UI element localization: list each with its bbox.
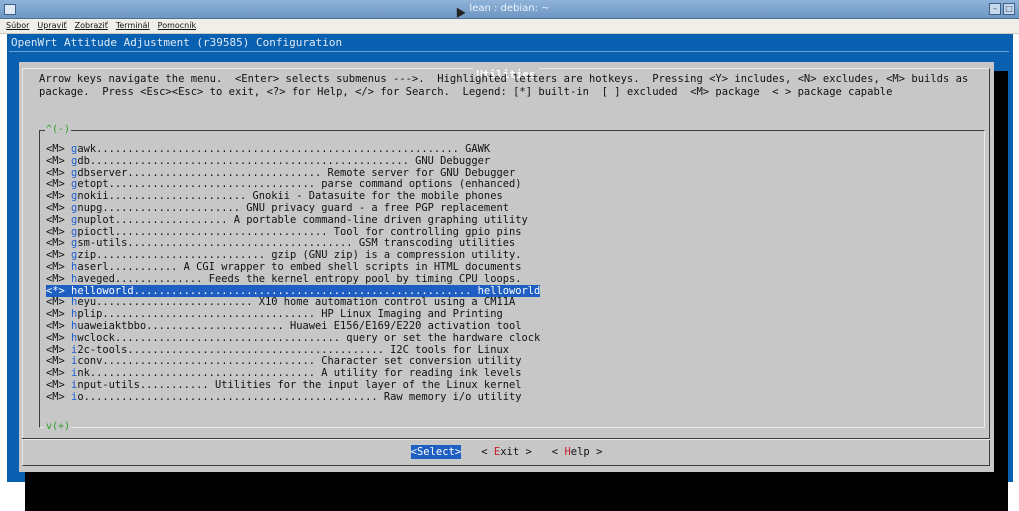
menu-subor[interactable]: Súbor [6, 19, 29, 33]
item-label: pioctl..................................… [77, 225, 522, 238]
item-label: nput-utils........... Utilities for the … [77, 378, 522, 391]
item-state: <M> [46, 166, 65, 179]
item-label: etopt................................. p… [77, 178, 522, 191]
item-label: nupg...................... GNU privacy g… [77, 201, 509, 214]
exit-button[interactable]: < Exit > [481, 445, 532, 459]
item-label: conv.................................. C… [77, 355, 522, 368]
item-state: <M> [46, 331, 65, 344]
item-label: nokii...................... Gnokii - Dat… [77, 190, 503, 203]
button-bracket: < [481, 446, 494, 458]
help-text: Arrow keys navigate the menu. <Enter> se… [39, 73, 984, 99]
item-label: plip.................................. H… [77, 308, 503, 321]
item-label: awk.....................................… [77, 143, 491, 155]
item-label: dbserver............................... … [77, 166, 516, 179]
item-state: <M> [46, 154, 65, 167]
item-state: <M> [46, 249, 65, 262]
utilities-dialog: Utilities Arrow keys navigate the menu. … [19, 62, 994, 472]
item-state: <*> [46, 284, 65, 297]
item-label: nuplot.................. A portable comm… [77, 213, 528, 226]
item-state: <M> [46, 272, 65, 285]
config-title: OpenWrt Attitude Adjustment (r39585) Con… [11, 36, 343, 49]
item-state: <M> [46, 390, 65, 403]
menu-terminal[interactable]: Terminál [116, 19, 150, 33]
item-state: <M> [46, 225, 65, 238]
scroll-up-indicator: ^(-) [45, 124, 72, 136]
item-state: <M> [46, 308, 65, 321]
window-title: lean : debian: ~ [469, 3, 550, 14]
item-state: <M> [46, 343, 65, 356]
item-state: <M> [46, 143, 65, 155]
item-state: <M> [46, 190, 65, 203]
title-divider [9, 51, 1009, 52]
item-state: <M> [46, 213, 65, 226]
button-bracket: < [551, 446, 565, 458]
item-state: <M> [46, 260, 65, 273]
item-state: <M> [46, 296, 65, 309]
menu-item[interactable]: <M> io..................................… [46, 390, 746, 404]
menu-pomocnik[interactable]: Pomocník [158, 19, 196, 33]
item-label: aveged.............. Feeds the kernel en… [77, 272, 522, 285]
item-label: o.......................................… [77, 390, 522, 403]
button-bar: <Select> < Exit > < Help > [19, 445, 994, 459]
button-label: elp > [570, 446, 603, 458]
help-line: package. Press <Esc><Esc> to exit, <?> f… [39, 86, 893, 98]
item-label: zip........................... gzip (GNU… [77, 249, 522, 262]
button-label: xit > [500, 446, 532, 458]
help-button[interactable]: < Help > [552, 445, 603, 459]
item-label: 2c-tools................................… [77, 343, 509, 356]
item-state: <M> [46, 378, 65, 391]
maximize-icon[interactable]: □ [1003, 3, 1015, 15]
item-label: eyu......................... X10 home au… [77, 296, 516, 309]
menu-upravit[interactable]: Upraviť [37, 19, 66, 33]
item-label: db......................................… [77, 154, 491, 167]
help-line: Arrow keys navigate the menu. <Enter> se… [39, 73, 969, 85]
window-titlebar[interactable]: lean : debian: ~ – □ [0, 0, 1019, 19]
item-label: uaweiaktbbo...................... Huawei… [77, 319, 522, 332]
menubar: Súbor Upraviť Zobraziť Terminál Pomocník [0, 19, 1019, 34]
item-label: sm-utils................................… [77, 237, 516, 250]
item-state: <M> [46, 355, 65, 368]
item-state: <M> [46, 201, 65, 214]
menu-list: <M> gawk................................… [46, 143, 746, 404]
button-label: elect> [423, 446, 462, 458]
terminal-area[interactable]: OpenWrt Attitude Adjustment (r39585) Con… [7, 34, 1013, 511]
scroll-down-indicator: v(+) [45, 421, 72, 433]
item-label: nk.................................... A… [77, 367, 522, 380]
menu-zobrazit[interactable]: Zobraziť [75, 19, 108, 33]
minimize-icon[interactable]: – [989, 3, 1001, 15]
item-label: wclock..................................… [77, 331, 541, 344]
item-label: aserl........... A CGI wrapper to embed … [77, 260, 522, 273]
item-label: elloworld...............................… [77, 284, 541, 297]
item-state: <M> [46, 367, 65, 380]
item-state: <M> [46, 178, 65, 191]
window-controls: – □ [989, 3, 1015, 15]
select-button[interactable]: <Select> [410, 445, 462, 459]
item-state: <M> [46, 237, 65, 250]
item-state: <M> [46, 319, 65, 332]
